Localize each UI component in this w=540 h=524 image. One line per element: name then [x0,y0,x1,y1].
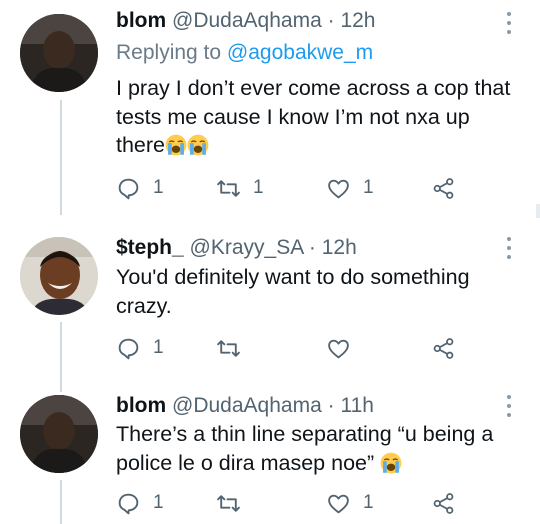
like-count: 1 [363,492,374,513]
thread-line [60,322,62,392]
reply-count: 1 [153,337,164,358]
like-count: 1 [363,177,374,198]
avatar[interactable] [20,237,98,315]
action-bar: 1 [116,334,536,362]
tweet-text: I pray I don’t ever come across a cop th… [116,74,521,160]
retweet-button[interactable] [216,489,253,517]
reply-count: 1 [153,177,164,198]
reply-button[interactable]: 1 [116,334,164,362]
thread-line [60,480,62,524]
like-button[interactable]: 1 [326,489,374,517]
retweet-button[interactable] [216,334,253,362]
tweet-text-line: You'd definitely want to do something [116,265,470,289]
timestamp[interactable]: 11h [340,394,373,417]
tweet-text: There’s a thin line separating “u being … [116,420,521,477]
reply-icon [118,338,139,359]
reply-button[interactable]: 1 [116,489,164,517]
like-icon [328,494,349,513]
tweet-header: $teph_ @Krayy_SA · 12h [116,235,357,261]
timestamp[interactable]: 12h [322,236,357,259]
share-icon [433,492,454,514]
tweet-text-line: I pray I don’t ever come across a cop th… [116,76,511,100]
tweet-text-line: there [116,133,166,157]
replying-handle[interactable]: @agobakwe_m [227,41,373,64]
share-button[interactable] [431,174,456,202]
more-icon[interactable] [504,237,514,259]
action-bar: 1 1 [116,489,536,517]
crying-face-emoji [380,452,402,474]
scroll-edge [536,204,540,218]
crying-face-emoji [165,134,187,156]
tweet-text-line: crazy. [116,293,172,318]
action-bar: 1 1 1 [116,174,536,202]
retweet-icon [217,179,240,197]
user-handle[interactable]: @DudaAqhama [172,394,322,417]
reply-count: 1 [153,492,164,513]
tweet-text-line: police le o dira masep noe” [116,450,375,475]
more-icon[interactable] [504,12,514,34]
display-name[interactable]: blom [116,394,166,417]
reply-button[interactable]: 1 [116,174,164,202]
thread-line [60,100,62,215]
tweet-header: blom @DudaAqhama · 12h [116,8,376,34]
replying-prefix: Replying to [116,41,222,64]
retweet-count: 1 [253,177,264,198]
separator: · [308,236,316,259]
replying-to: Replying to @agobakwe_m [116,40,373,66]
separator: · [327,9,335,32]
share-button[interactable] [431,489,456,517]
display-name[interactable]: blom [116,9,166,32]
tweet-header: blom @DudaAqhama · 11h [116,393,374,419]
retweet-icon [217,339,240,357]
timestamp[interactable]: 12h [340,9,375,32]
display-name[interactable]: $teph_ [116,236,184,259]
share-icon [433,177,454,199]
like-button[interactable]: 1 [326,174,374,202]
like-icon [328,339,349,358]
like-button[interactable] [326,334,363,362]
user-handle[interactable]: @DudaAqhama [172,9,322,32]
user-handle[interactable]: @Krayy_SA [190,236,304,259]
reply-icon [118,493,139,514]
share-button[interactable] [431,334,456,362]
tweet-text-line: There’s a thin line separating “u being … [116,422,494,446]
retweet-button[interactable]: 1 [216,174,264,202]
avatar[interactable] [20,395,98,473]
tweet-text: You'd definitely want to do something cr… [116,263,521,320]
like-icon [328,179,349,198]
share-icon [433,337,454,359]
separator: · [327,394,335,417]
avatar[interactable] [20,14,98,92]
tweet-text-line: tests me cause I know I’m not nxa up [116,104,470,129]
crying-face-emoji [187,134,209,156]
more-icon[interactable] [504,395,514,417]
reply-icon [118,178,139,199]
retweet-icon [217,494,240,512]
